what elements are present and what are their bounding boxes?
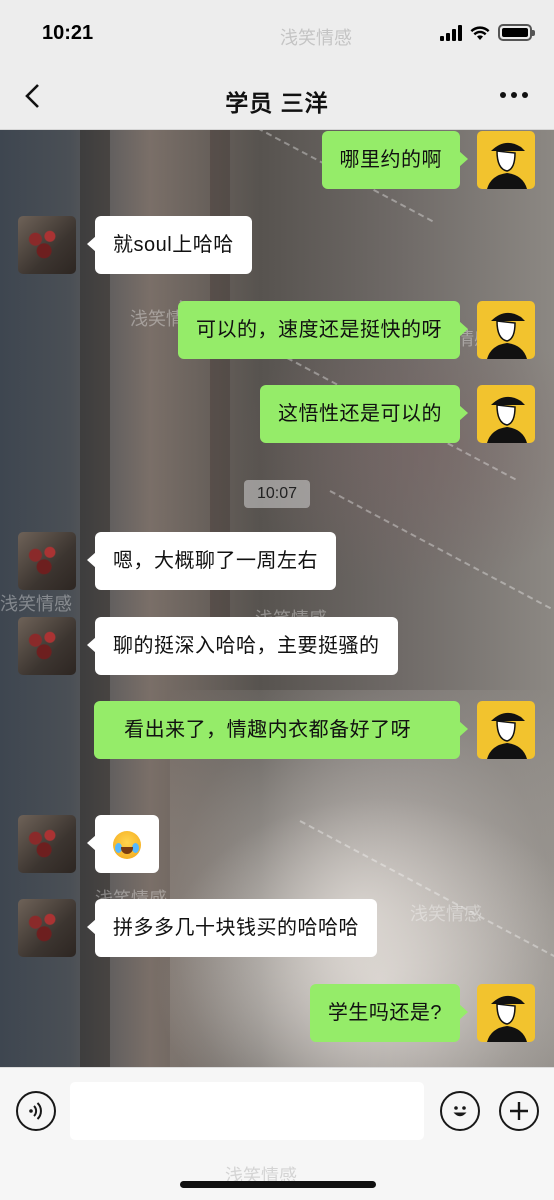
timestamp-chip: 10:07 xyxy=(244,480,310,508)
message-bubble-sent: 可以的，速度还是挺快的呀 xyxy=(178,301,468,359)
top-bar: 10:21 浅笑情感 学员 三洋 xyxy=(0,0,554,130)
home-indicator[interactable] xyxy=(180,1181,376,1188)
more-options-icon[interactable] xyxy=(500,92,528,98)
battery-icon xyxy=(498,24,535,41)
avatar-me[interactable] xyxy=(477,701,535,759)
avatar-me[interactable] xyxy=(477,301,535,359)
watermark-line xyxy=(329,490,554,614)
message-bubble-received: 就soul上哈哈 xyxy=(87,216,252,274)
cellular-signal-icon xyxy=(440,24,462,41)
message-bubble-received: 拼多多几十块钱买的哈哈哈 xyxy=(87,899,377,957)
message-bubble-received: 嗯，大概聊了一周左右 xyxy=(87,532,336,590)
message-bubble-sent: 看出来了，情趣内衣都备好了呀 xyxy=(94,701,468,759)
watermark-text: 浅笑情感 xyxy=(410,904,482,925)
chat-title: 学员 三洋 xyxy=(225,90,329,116)
avatar-contact[interactable] xyxy=(18,532,76,590)
avatar-me[interactable] xyxy=(477,385,535,443)
crying-laughing-emoji-icon xyxy=(113,830,141,859)
avatar-contact[interactable] xyxy=(18,815,76,873)
status-time: 10:21 xyxy=(42,22,94,44)
avatar-contact[interactable] xyxy=(18,216,76,274)
message-bubble-received: 聊的挺深入哈哈，主要挺骚的 xyxy=(87,617,398,675)
watermark-text: 浅笑情感 xyxy=(280,28,352,49)
message-bubble-sent: 学生吗还是? xyxy=(309,984,469,1042)
avatar-contact[interactable] xyxy=(18,617,76,675)
watermark-text: 浅笑情感 xyxy=(0,594,72,615)
add-attachment-icon[interactable] xyxy=(499,1091,539,1131)
message-bubble-sent: 这悟性还是可以的 xyxy=(260,385,468,443)
message-bubble-sent: 哪里约的啊 xyxy=(321,131,468,189)
wifi-icon xyxy=(470,25,490,40)
message-bubble-received xyxy=(87,815,159,873)
emoji-picker-icon[interactable] xyxy=(440,1091,480,1131)
avatar-me[interactable] xyxy=(477,984,535,1042)
avatar-contact[interactable] xyxy=(18,899,76,957)
voice-input-icon[interactable] xyxy=(16,1091,56,1131)
avatar-me[interactable] xyxy=(477,131,535,189)
status-icons xyxy=(440,24,535,41)
message-input[interactable] xyxy=(70,1082,424,1140)
